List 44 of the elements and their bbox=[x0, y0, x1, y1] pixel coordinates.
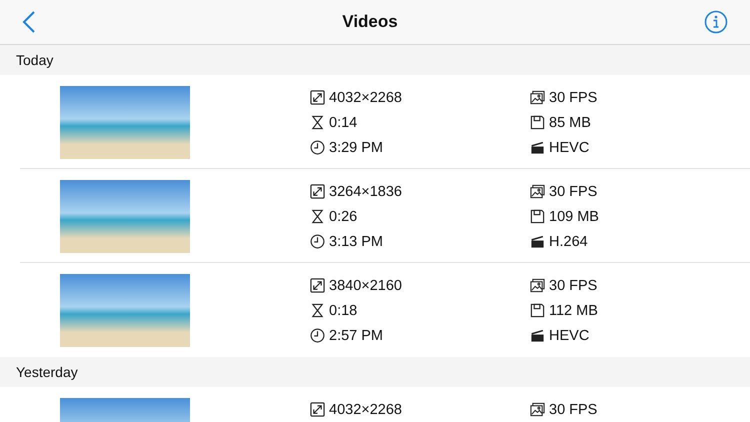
clock-icon bbox=[310, 234, 325, 249]
spec-text: 2:57 PM bbox=[329, 328, 383, 344]
spec-text: HEVC bbox=[549, 328, 590, 344]
spec-text: 30 FPS bbox=[549, 402, 598, 418]
spec-text: 0:26 bbox=[329, 208, 358, 224]
spec-text: 3:13 PM bbox=[329, 234, 383, 250]
clapperboard-icon bbox=[530, 140, 545, 155]
spec-text: 30 FPS bbox=[549, 278, 598, 294]
spec-text: 109 MB bbox=[549, 208, 599, 224]
resize-icon bbox=[310, 402, 325, 417]
spec-text: 0:18 bbox=[329, 302, 358, 318]
spec-text: 3:29 PM bbox=[329, 140, 383, 156]
resize-icon bbox=[310, 90, 325, 105]
info-button[interactable] bbox=[702, 8, 730, 36]
spec-text: 30 FPS bbox=[549, 90, 598, 106]
spec-text: 4032×2268 bbox=[329, 402, 402, 418]
clapperboard-icon bbox=[530, 328, 545, 343]
clapperboard-icon bbox=[530, 234, 545, 249]
hourglass-icon bbox=[310, 209, 325, 224]
hourglass-icon bbox=[310, 303, 325, 318]
image-icon bbox=[530, 278, 545, 293]
photo-placeholder[interactable] bbox=[60, 86, 190, 159]
spec-text: 112 MB bbox=[549, 302, 598, 318]
clock-icon bbox=[310, 140, 325, 155]
image-icon bbox=[530, 90, 545, 105]
spec-text: 0:14 bbox=[329, 114, 358, 130]
image-icon bbox=[530, 402, 545, 417]
photo-placeholder[interactable] bbox=[60, 180, 190, 253]
section-title: Yesterday bbox=[16, 364, 78, 380]
spec-text: HEVC bbox=[549, 140, 590, 156]
spec-text: 30 FPS bbox=[549, 184, 598, 200]
spec-text: 3264×1836 bbox=[329, 184, 402, 200]
resize-icon bbox=[310, 184, 325, 199]
hourglass-icon bbox=[310, 115, 325, 130]
spec-text: 3840×2160 bbox=[329, 278, 402, 294]
resize-icon bbox=[310, 278, 325, 293]
spec-text: 85 MB bbox=[549, 114, 591, 130]
clock-icon bbox=[310, 328, 325, 343]
nav-title: Videos bbox=[342, 12, 398, 32]
section-title: Today bbox=[16, 52, 54, 68]
spec-text: H.264 bbox=[549, 234, 588, 250]
spec-text: 4032×2268 bbox=[329, 90, 402, 106]
photo-placeholder[interactable] bbox=[60, 274, 190, 347]
image-icon bbox=[530, 184, 545, 199]
